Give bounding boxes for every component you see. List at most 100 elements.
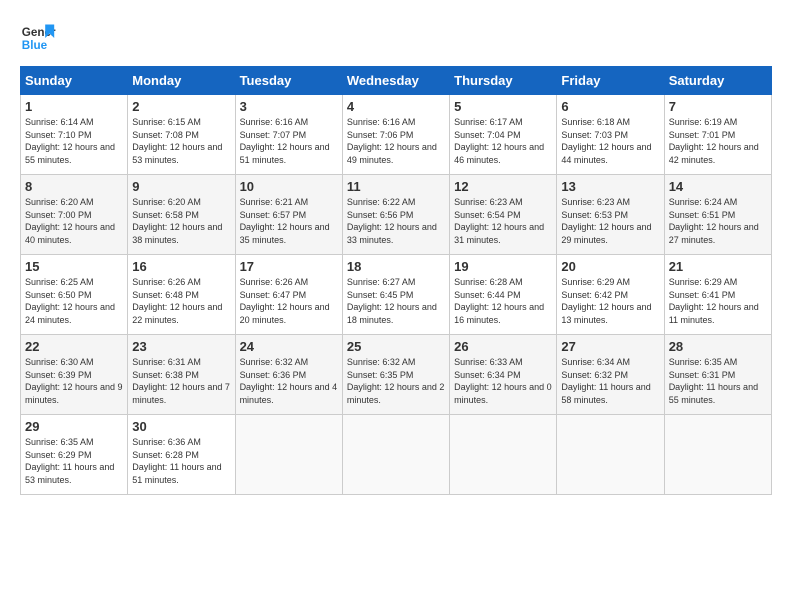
calendar-cell: 7 Sunrise: 6:19 AMSunset: 7:01 PMDayligh…	[664, 95, 771, 175]
day-info: Sunrise: 6:32 AMSunset: 6:35 PMDaylight:…	[347, 356, 445, 406]
day-number: 28	[669, 339, 767, 354]
calendar-cell: 6 Sunrise: 6:18 AMSunset: 7:03 PMDayligh…	[557, 95, 664, 175]
day-number: 11	[347, 179, 445, 194]
calendar-cell: 23 Sunrise: 6:31 AMSunset: 6:38 PMDaylig…	[128, 335, 235, 415]
day-info: Sunrise: 6:24 AMSunset: 6:51 PMDaylight:…	[669, 196, 767, 246]
day-info: Sunrise: 6:35 AMSunset: 6:31 PMDaylight:…	[669, 356, 767, 406]
day-info: Sunrise: 6:36 AMSunset: 6:28 PMDaylight:…	[132, 436, 230, 486]
day-info: Sunrise: 6:26 AMSunset: 6:47 PMDaylight:…	[240, 276, 338, 326]
day-number: 6	[561, 99, 659, 114]
day-info: Sunrise: 6:17 AMSunset: 7:04 PMDaylight:…	[454, 116, 552, 166]
day-number: 24	[240, 339, 338, 354]
calendar-table: SundayMondayTuesdayWednesdayThursdayFrid…	[20, 66, 772, 495]
day-info: Sunrise: 6:19 AMSunset: 7:01 PMDaylight:…	[669, 116, 767, 166]
day-number: 20	[561, 259, 659, 274]
svg-text:Blue: Blue	[22, 39, 48, 52]
calendar-cell: 26 Sunrise: 6:33 AMSunset: 6:34 PMDaylig…	[450, 335, 557, 415]
day-number: 19	[454, 259, 552, 274]
calendar-week: 8 Sunrise: 6:20 AMSunset: 7:00 PMDayligh…	[21, 175, 772, 255]
day-info: Sunrise: 6:35 AMSunset: 6:29 PMDaylight:…	[25, 436, 123, 486]
calendar-cell	[342, 415, 449, 495]
day-info: Sunrise: 6:26 AMSunset: 6:48 PMDaylight:…	[132, 276, 230, 326]
calendar-cell	[450, 415, 557, 495]
day-info: Sunrise: 6:30 AMSunset: 6:39 PMDaylight:…	[25, 356, 123, 406]
logo: General Blue	[20, 20, 60, 56]
day-number: 15	[25, 259, 123, 274]
calendar-week: 22 Sunrise: 6:30 AMSunset: 6:39 PMDaylig…	[21, 335, 772, 415]
day-info: Sunrise: 6:25 AMSunset: 6:50 PMDaylight:…	[25, 276, 123, 326]
day-number: 18	[347, 259, 445, 274]
day-info: Sunrise: 6:29 AMSunset: 6:42 PMDaylight:…	[561, 276, 659, 326]
day-info: Sunrise: 6:16 AMSunset: 7:06 PMDaylight:…	[347, 116, 445, 166]
day-number: 29	[25, 419, 123, 434]
calendar-body: 1 Sunrise: 6:14 AMSunset: 7:10 PMDayligh…	[21, 95, 772, 495]
weekday-header: Wednesday	[342, 67, 449, 95]
calendar-cell: 21 Sunrise: 6:29 AMSunset: 6:41 PMDaylig…	[664, 255, 771, 335]
day-number: 25	[347, 339, 445, 354]
calendar-cell: 2 Sunrise: 6:15 AMSunset: 7:08 PMDayligh…	[128, 95, 235, 175]
calendar-cell: 13 Sunrise: 6:23 AMSunset: 6:53 PMDaylig…	[557, 175, 664, 255]
day-number: 12	[454, 179, 552, 194]
weekday-header: Tuesday	[235, 67, 342, 95]
logo-icon: General Blue	[20, 20, 56, 56]
calendar-week: 29 Sunrise: 6:35 AMSunset: 6:29 PMDaylig…	[21, 415, 772, 495]
calendar-cell: 10 Sunrise: 6:21 AMSunset: 6:57 PMDaylig…	[235, 175, 342, 255]
calendar-cell: 3 Sunrise: 6:16 AMSunset: 7:07 PMDayligh…	[235, 95, 342, 175]
header-row: SundayMondayTuesdayWednesdayThursdayFrid…	[21, 67, 772, 95]
calendar-cell: 25 Sunrise: 6:32 AMSunset: 6:35 PMDaylig…	[342, 335, 449, 415]
calendar-cell: 20 Sunrise: 6:29 AMSunset: 6:42 PMDaylig…	[557, 255, 664, 335]
page-container: General Blue SundayMondayTuesdayWednesda…	[0, 0, 792, 505]
day-number: 16	[132, 259, 230, 274]
calendar-cell: 12 Sunrise: 6:23 AMSunset: 6:54 PMDaylig…	[450, 175, 557, 255]
day-number: 21	[669, 259, 767, 274]
calendar-cell: 28 Sunrise: 6:35 AMSunset: 6:31 PMDaylig…	[664, 335, 771, 415]
calendar-week: 1 Sunrise: 6:14 AMSunset: 7:10 PMDayligh…	[21, 95, 772, 175]
day-number: 2	[132, 99, 230, 114]
day-info: Sunrise: 6:16 AMSunset: 7:07 PMDaylight:…	[240, 116, 338, 166]
day-info: Sunrise: 6:20 AMSunset: 6:58 PMDaylight:…	[132, 196, 230, 246]
day-info: Sunrise: 6:23 AMSunset: 6:53 PMDaylight:…	[561, 196, 659, 246]
calendar-cell: 29 Sunrise: 6:35 AMSunset: 6:29 PMDaylig…	[21, 415, 128, 495]
day-number: 30	[132, 419, 230, 434]
calendar-cell: 11 Sunrise: 6:22 AMSunset: 6:56 PMDaylig…	[342, 175, 449, 255]
day-info: Sunrise: 6:34 AMSunset: 6:32 PMDaylight:…	[561, 356, 659, 406]
day-info: Sunrise: 6:29 AMSunset: 6:41 PMDaylight:…	[669, 276, 767, 326]
calendar-cell: 17 Sunrise: 6:26 AMSunset: 6:47 PMDaylig…	[235, 255, 342, 335]
day-info: Sunrise: 6:31 AMSunset: 6:38 PMDaylight:…	[132, 356, 230, 406]
day-info: Sunrise: 6:18 AMSunset: 7:03 PMDaylight:…	[561, 116, 659, 166]
day-number: 8	[25, 179, 123, 194]
day-number: 4	[347, 99, 445, 114]
calendar-cell: 22 Sunrise: 6:30 AMSunset: 6:39 PMDaylig…	[21, 335, 128, 415]
day-number: 22	[25, 339, 123, 354]
calendar-cell: 15 Sunrise: 6:25 AMSunset: 6:50 PMDaylig…	[21, 255, 128, 335]
day-info: Sunrise: 6:15 AMSunset: 7:08 PMDaylight:…	[132, 116, 230, 166]
calendar-cell: 18 Sunrise: 6:27 AMSunset: 6:45 PMDaylig…	[342, 255, 449, 335]
day-info: Sunrise: 6:20 AMSunset: 7:00 PMDaylight:…	[25, 196, 123, 246]
calendar-cell: 9 Sunrise: 6:20 AMSunset: 6:58 PMDayligh…	[128, 175, 235, 255]
day-number: 27	[561, 339, 659, 354]
calendar-header: SundayMondayTuesdayWednesdayThursdayFrid…	[21, 67, 772, 95]
calendar-cell	[235, 415, 342, 495]
day-number: 13	[561, 179, 659, 194]
weekday-header: Saturday	[664, 67, 771, 95]
calendar-cell: 14 Sunrise: 6:24 AMSunset: 6:51 PMDaylig…	[664, 175, 771, 255]
calendar-cell: 5 Sunrise: 6:17 AMSunset: 7:04 PMDayligh…	[450, 95, 557, 175]
day-info: Sunrise: 6:27 AMSunset: 6:45 PMDaylight:…	[347, 276, 445, 326]
calendar-cell: 30 Sunrise: 6:36 AMSunset: 6:28 PMDaylig…	[128, 415, 235, 495]
day-number: 3	[240, 99, 338, 114]
day-number: 26	[454, 339, 552, 354]
day-info: Sunrise: 6:21 AMSunset: 6:57 PMDaylight:…	[240, 196, 338, 246]
day-number: 7	[669, 99, 767, 114]
calendar-cell: 1 Sunrise: 6:14 AMSunset: 7:10 PMDayligh…	[21, 95, 128, 175]
day-info: Sunrise: 6:22 AMSunset: 6:56 PMDaylight:…	[347, 196, 445, 246]
page-header: General Blue	[20, 20, 772, 56]
day-number: 1	[25, 99, 123, 114]
calendar-week: 15 Sunrise: 6:25 AMSunset: 6:50 PMDaylig…	[21, 255, 772, 335]
day-info: Sunrise: 6:33 AMSunset: 6:34 PMDaylight:…	[454, 356, 552, 406]
day-number: 14	[669, 179, 767, 194]
weekday-header: Thursday	[450, 67, 557, 95]
day-info: Sunrise: 6:32 AMSunset: 6:36 PMDaylight:…	[240, 356, 338, 406]
calendar-cell	[664, 415, 771, 495]
weekday-header: Friday	[557, 67, 664, 95]
day-info: Sunrise: 6:23 AMSunset: 6:54 PMDaylight:…	[454, 196, 552, 246]
